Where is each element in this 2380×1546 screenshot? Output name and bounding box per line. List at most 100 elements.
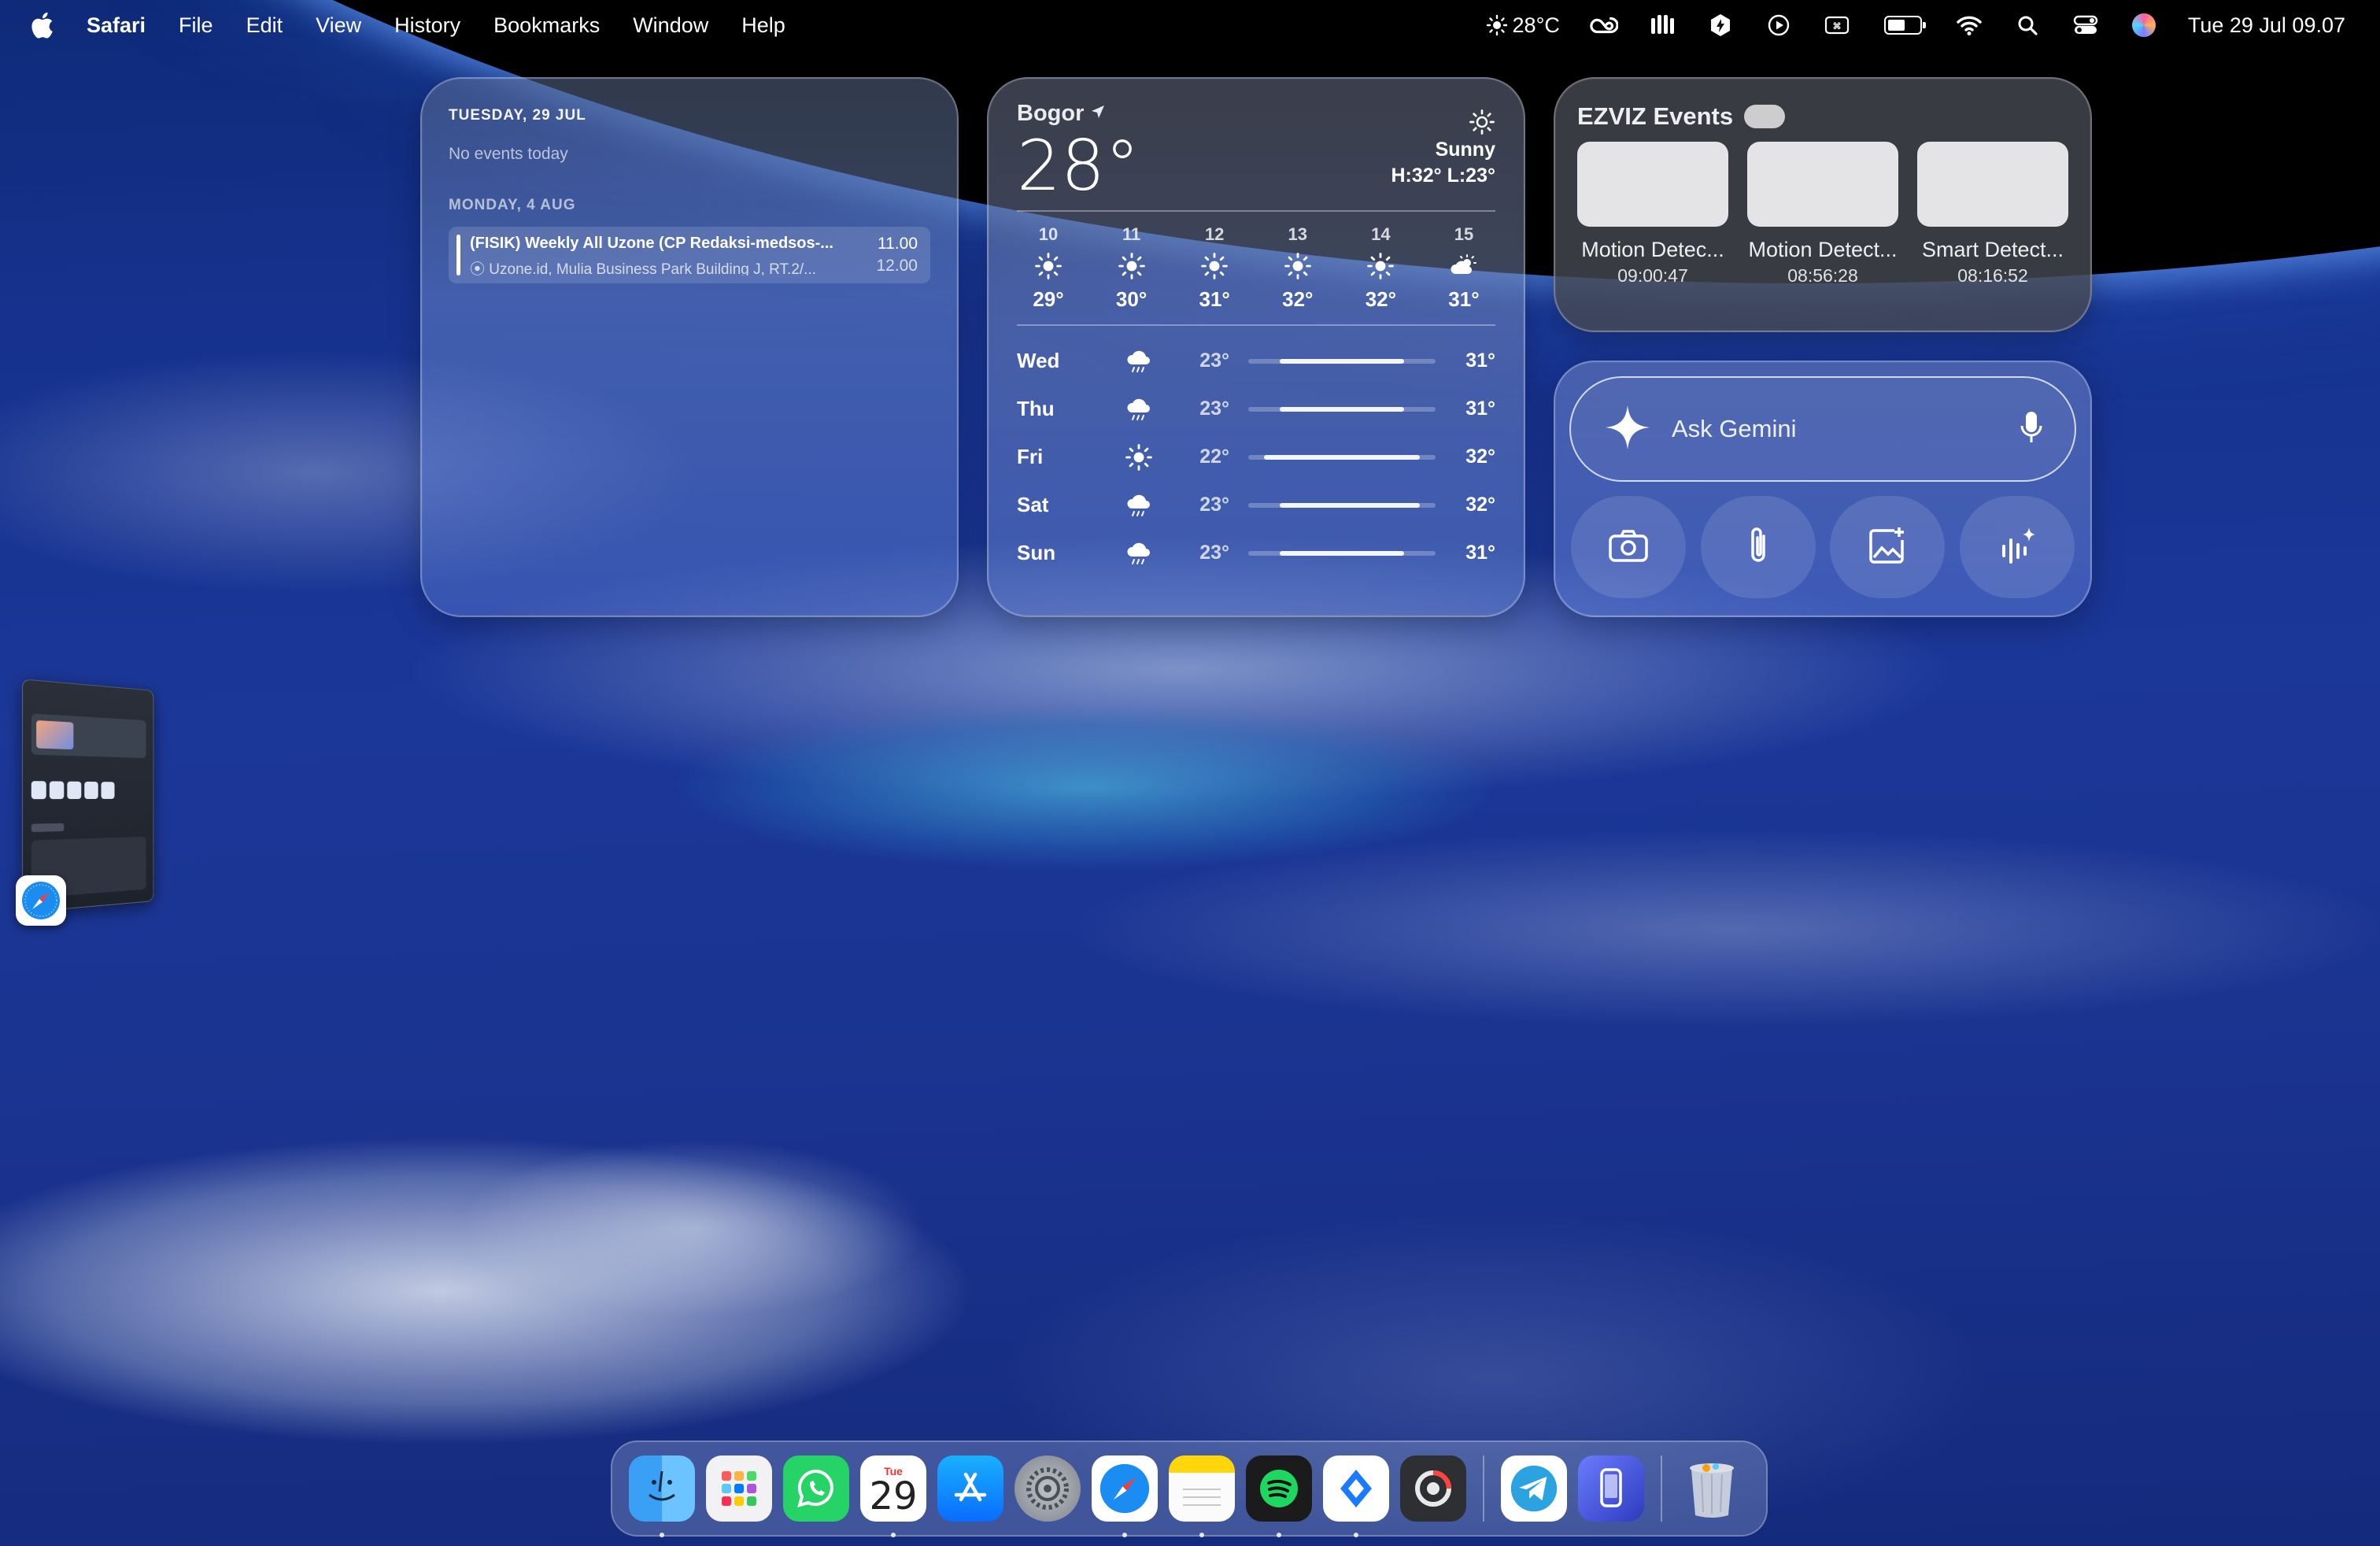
sun-icon: [1349, 245, 1412, 287]
siri-icon[interactable]: [2130, 11, 2158, 39]
ezviz-event-thumbnail[interactable]: [1577, 142, 1728, 227]
diamond-app-icon: [1340, 1470, 1372, 1507]
dock-screen-recorder[interactable]: [1400, 1455, 1466, 1522]
weather-high-low: H:32° L:23°: [1391, 165, 1495, 187]
play-icon[interactable]: [1765, 11, 1793, 39]
gemini-add-image-button[interactable]: [1830, 496, 1946, 598]
svg-text:⌘: ⌘: [1832, 22, 1841, 31]
vpn-icon[interactable]: [1706, 11, 1735, 39]
weather-hour-0: 10 29°: [1017, 224, 1080, 312]
iphone-icon: [1600, 1468, 1622, 1507]
control-center-icon[interactable]: [2071, 11, 2100, 39]
menu-file[interactable]: File: [179, 13, 213, 38]
day-high: 31°: [1465, 542, 1495, 564]
gemini-sparkle-icon: [1604, 404, 1651, 455]
ezviz-event-thumbnail[interactable]: [1747, 142, 1898, 227]
event-location: Uzone.id, Mulia Business Park Building J…: [489, 261, 817, 276]
dock-iphone-mirroring[interactable]: [1578, 1455, 1644, 1522]
day-low: 23°: [1199, 398, 1229, 420]
weather-city: Bogor: [1017, 101, 1140, 127]
input-source-icon[interactable]: ⌘: [1823, 11, 1851, 39]
launchpad-icon: [722, 1471, 756, 1506]
hour-label: 14: [1371, 224, 1391, 244]
location-pin-icon: ⦿: [470, 261, 490, 276]
dock-app-store[interactable]: [937, 1455, 1003, 1522]
menu-edit[interactable]: Edit: [246, 13, 283, 38]
search-icon[interactable]: [2013, 11, 2042, 39]
dock-calendar[interactable]: Tue 29: [860, 1455, 926, 1537]
weather-hour-1: 11 30°: [1100, 224, 1163, 312]
weather-daily: Wed 23° 31° Thu 23° 31° Fri 22° 32° Sat 23° 32° Sun 2…: [1017, 324, 1495, 577]
dock-whatsapp[interactable]: [783, 1455, 849, 1522]
stage-safari-icon[interactable]: [16, 875, 66, 926]
battery-fill: [1887, 20, 1905, 31]
gemini-input-placeholder[interactable]: Ask Gemini: [1672, 415, 2020, 443]
creative-cloud-icon[interactable]: [1590, 11, 1618, 39]
hour-temp: 32°: [1282, 287, 1314, 311]
dock-trash[interactable]: [1679, 1455, 1745, 1522]
apple-menu-icon[interactable]: [30, 12, 54, 39]
menu-app-icon[interactable]: [1648, 11, 1676, 39]
weather-widget[interactable]: Bogor 28° Sunny H:32° L:23° 10 29° 11 30° 12…: [987, 77, 1525, 617]
ezviz-event-0[interactable]: Motion Detec... 09:00:47: [1577, 142, 1728, 287]
dock-launchpad[interactable]: [706, 1455, 772, 1522]
gemini-widget[interactable]: Ask Gemini: [1554, 361, 2092, 617]
weather-hour-2: 12 31°: [1183, 224, 1246, 312]
stage-thumb-line: [31, 823, 65, 833]
dock-looks[interactable]: [1323, 1455, 1389, 1537]
calendar-next-header: MONDAY, 4 AUG: [449, 197, 576, 213]
menubar-weather[interactable]: 28°C: [1486, 13, 1560, 38]
hour-temp: 32°: [1365, 287, 1397, 311]
ezviz-toggle[interactable]: [1744, 105, 1786, 128]
event-title: (FISIK) Weekly All Uzone (CP Redaksi-med…: [470, 235, 833, 252]
menu-view[interactable]: View: [316, 13, 361, 38]
dock-system-settings[interactable]: [1014, 1455, 1081, 1522]
dock-telegram[interactable]: [1501, 1455, 1567, 1522]
microphone-icon[interactable]: [2020, 410, 2043, 449]
menu-history[interactable]: History: [394, 13, 460, 38]
ezviz-title-row: EZVIZ Events: [1577, 102, 2068, 131]
finder-icon: [649, 1470, 675, 1501]
menu-window[interactable]: Window: [633, 13, 708, 38]
gemini-live-button[interactable]: [1959, 496, 2075, 598]
camera-icon: [1608, 528, 1649, 567]
dock-safari[interactable]: [1092, 1455, 1158, 1537]
calendar-event[interactable]: (FISIK) Weekly All Uzone (CP Redaksi-med…: [449, 227, 930, 283]
menubar-clock[interactable]: Tue 29 Jul 09.07: [2188, 13, 2345, 38]
hour-temp: 30°: [1115, 287, 1148, 311]
hour-label: 13: [1288, 224, 1308, 244]
weather-condition: Sunny: [1435, 139, 1495, 161]
menu-help[interactable]: Help: [741, 13, 785, 38]
day-name: Sun: [1017, 541, 1056, 564]
ezviz-widget[interactable]: EZVIZ Events Motion Detec... 09:00:47 Moti…: [1554, 77, 2092, 332]
ezviz-event-label: Smart Detect...: [1921, 238, 2064, 261]
battery-icon[interactable]: [1881, 11, 1926, 39]
weather-day-row: Thu 23° 31°: [1017, 385, 1495, 433]
weather-day-row: Sun 23° 31°: [1017, 529, 1495, 577]
gemini-prompt-bar[interactable]: Ask Gemini: [1569, 376, 2076, 482]
calendar-widget[interactable]: TUESDAY, 29 JUL No events today MONDAY, …: [420, 77, 959, 617]
dock-spotify[interactable]: [1246, 1455, 1312, 1537]
day-range-bar: [1248, 502, 1436, 508]
gemini-attach-button[interactable]: [1700, 496, 1816, 598]
day-high: 32°: [1465, 446, 1495, 468]
event-location-row: ⦿ Uzone.id, Mulia Business Park Building…: [470, 257, 857, 276]
event-start-time: 11.00: [878, 235, 918, 253]
weather-hour-5: 15 31°: [1432, 224, 1495, 312]
sun-icon: [1266, 245, 1329, 287]
ezviz-event-thumbnail[interactable]: [1917, 142, 2068, 227]
gear-icon: [1026, 1467, 1069, 1510]
weather-hour-4: 14 32°: [1349, 224, 1412, 312]
menu-bookmarks[interactable]: Bookmarks: [493, 13, 600, 38]
day-high: 31°: [1465, 350, 1495, 372]
gemini-camera-button[interactable]: [1571, 496, 1686, 598]
ezviz-event-1[interactable]: Motion Detect... 08:56:28: [1747, 142, 1898, 287]
dock-notes[interactable]: [1169, 1455, 1235, 1537]
safari-icon: [1099, 1463, 1150, 1514]
sun-icon: [1486, 14, 1507, 36]
ezviz-event-2[interactable]: Smart Detect... 08:16:52: [1917, 142, 2068, 287]
dock-finder[interactable]: [629, 1455, 695, 1537]
menu-app-name[interactable]: Safari: [87, 13, 146, 38]
hour-label: 15: [1454, 224, 1474, 244]
wifi-icon[interactable]: [1955, 11, 1983, 39]
